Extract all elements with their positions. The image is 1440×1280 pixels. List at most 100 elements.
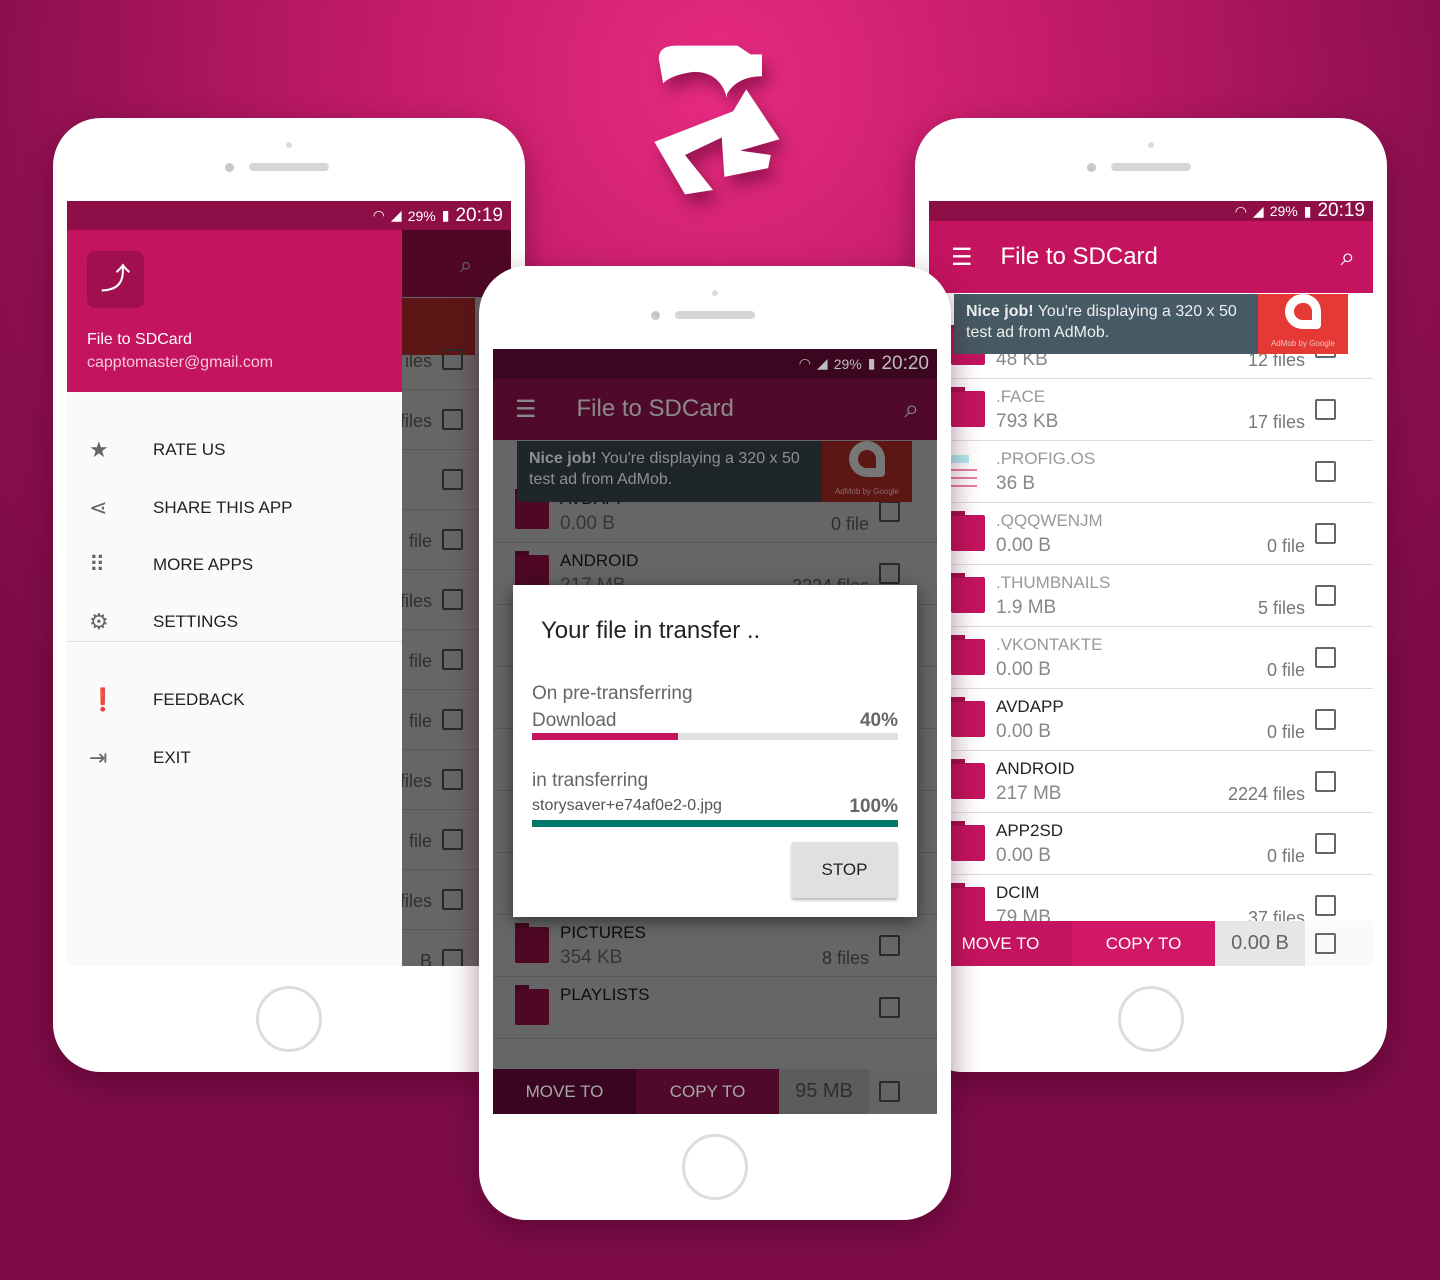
phone-center: AVDAPP0.00 B0 fileANDROID217 MB2224 file… [479, 266, 951, 1220]
ad-banner[interactable]: Nice job! You're displaying a 320 x 50 t… [517, 441, 912, 502]
item-checkbox[interactable] [1315, 399, 1336, 420]
drawer-item-settings[interactable]: ⚙ SETTINGS [67, 602, 402, 642]
item-checkbox[interactable] [1315, 461, 1336, 482]
signal-icon: ◢ [1252, 202, 1264, 219]
transfer-screen: AVDAPP0.00 B0 fileANDROID217 MB2224 file… [493, 349, 937, 1114]
item-checkbox[interactable] [1315, 523, 1336, 544]
file-row[interactable]: AVDAPP 0.00 B 0 file [929, 689, 1373, 751]
stage1-percent: 40% [859, 710, 898, 731]
feedback-icon: ❗ [89, 687, 117, 712]
copy-to-button[interactable]: COPY TO [1072, 921, 1215, 966]
folder-icon [951, 821, 985, 861]
search-icon[interactable]: ⌕ [1340, 241, 1355, 273]
folder-icon [951, 387, 985, 427]
battery-percent: 29% [407, 207, 436, 224]
item-checkbox[interactable] [1315, 771, 1336, 792]
file-row[interactable]: ANDROID 217 MB 2224 files [929, 751, 1373, 813]
file-name: .FACE [996, 387, 1046, 406]
file-icon [951, 449, 985, 493]
drawer-item-label: RATE US [153, 440, 226, 459]
ad-bold: Nice job! [966, 303, 1034, 320]
battery-icon: ▮ [1303, 202, 1312, 219]
phone-right: 48 KB 12 files .FACE 793 KB 17 files .PROFIG.… [915, 118, 1387, 1072]
file-count: 5 files [1257, 598, 1305, 618]
file-count: 2224 files [1227, 784, 1305, 804]
file-name: .QQQWENJM [996, 511, 1103, 530]
status-bar: ◠ ◢ 29% ▮ 20:19 [929, 201, 1373, 221]
folder-icon [951, 759, 985, 799]
drawer-item-label: EXIT [153, 748, 191, 767]
stage2-label: in transferring [532, 770, 649, 791]
folder-icon [951, 573, 985, 613]
download-progress-bar [532, 733, 898, 740]
item-checkbox[interactable] [1315, 895, 1336, 916]
file-row[interactable]: .THUMBNAILS 1.9 MB 5 files [929, 565, 1373, 627]
drawer-divider [67, 641, 402, 642]
drawer-item-exit[interactable]: ⇥ EXIT [67, 738, 402, 778]
select-all-checkbox[interactable] [1315, 933, 1336, 954]
drawer-item-label: FEEDBACK [153, 690, 245, 709]
file-row[interactable]: .PROFIG.OS 36 B [929, 441, 1373, 503]
file-size: 0.00 B [996, 535, 1051, 556]
toolbar-title: File to SDCard [1000, 243, 1158, 270]
file-row[interactable]: .QQQWENJM 0.00 B 0 file [929, 503, 1373, 565]
select-all-checkbox[interactable] [879, 1081, 900, 1102]
item-checkbox[interactable] [1315, 833, 1336, 854]
file-name: DCIM [996, 883, 1040, 902]
file-row[interactable]: APP2SD 0.00 B 0 file [929, 813, 1373, 875]
signal-icon: ◢ [390, 207, 402, 223]
file-size: 36 B [996, 473, 1036, 494]
exit-icon: ⇥ [89, 745, 108, 770]
clock: 20:19 [455, 204, 503, 226]
item-checkbox[interactable] [1315, 709, 1336, 730]
stop-button[interactable]: STOP [792, 842, 897, 898]
file-row[interactable]: .VKONTAKTE 0.00 B 0 file [929, 627, 1373, 689]
admob-logo: AdMob by Google [822, 441, 912, 502]
selected-size: 0.00 B [1215, 921, 1305, 966]
drawer-item-label: SHARE THIS APP [153, 498, 293, 517]
home-button[interactable] [256, 986, 322, 1052]
signal-icon: ◢ [816, 355, 828, 371]
file-row[interactable]: .FACE 793 KB 17 files [929, 379, 1373, 441]
stage1-item: Download [532, 710, 617, 731]
wifi-icon: ◠ [372, 207, 385, 223]
move-to-button[interactable]: MOVE TO [493, 1069, 636, 1114]
clock: 20:20 [881, 352, 929, 374]
dialog-title: Your file in transfer .. [541, 617, 761, 644]
copy-to-button[interactable]: COPY TO [636, 1069, 779, 1114]
drawer-email: capptomaster@gmail.com [87, 354, 274, 371]
item-checkbox[interactable] [1315, 647, 1336, 668]
wifi-icon: ◠ [1234, 202, 1247, 219]
file-size: 1.9 MB [996, 597, 1057, 618]
battery-icon: ▮ [441, 207, 450, 223]
menu-icon[interactable]: ☰ [951, 243, 973, 272]
drawer-header: ⤴ File to SDCard capptomaster@gmail.com [67, 230, 402, 392]
app-toolbar: ☰ File to SDCard ⌕ [493, 378, 937, 440]
drawer-item-share-this-app[interactable]: ⋖ SHARE THIS APP [67, 488, 402, 528]
star-icon: ★ [89, 437, 109, 462]
stage2-percent: 100% [849, 796, 898, 817]
ad-banner[interactable]: Nice job! You're displaying a 320 x 50 t… [954, 294, 1348, 354]
file-size: 0.00 B [996, 845, 1051, 866]
wifi-icon: ◠ [798, 355, 811, 371]
file-list-screen: 48 KB 12 files .FACE 793 KB 17 files .PROFIG.… [929, 201, 1373, 966]
share-icon: ⋖ [89, 495, 108, 520]
stage1-label: On pre-transferring [532, 683, 693, 704]
file-name: APP2SD [996, 821, 1064, 840]
search-icon[interactable]: ⌕ [904, 393, 919, 425]
folder-icon [951, 883, 985, 923]
action-bar: MOVE TO COPY TO 0.00 B [929, 921, 1373, 966]
drawer-app-name: File to SDCard [87, 331, 192, 348]
home-button[interactable] [1118, 986, 1184, 1052]
drawer-item-more-apps[interactable]: ⠿ MORE APPS [67, 545, 402, 585]
drawer-item-feedback[interactable]: ❗ FEEDBACK [67, 680, 402, 720]
file-count: 0 file [1266, 536, 1305, 556]
file-name: .VKONTAKTE [996, 635, 1103, 654]
item-checkbox[interactable] [1315, 585, 1336, 606]
file-size: 0.00 B [996, 721, 1051, 742]
menu-icon[interactable]: ☰ [515, 395, 537, 424]
drawer-item-rate-us[interactable]: ★ RATE US [67, 430, 402, 470]
file-count: 17 files [1247, 412, 1305, 432]
home-button[interactable] [682, 1134, 748, 1200]
file-count: 0 file [1266, 846, 1305, 866]
